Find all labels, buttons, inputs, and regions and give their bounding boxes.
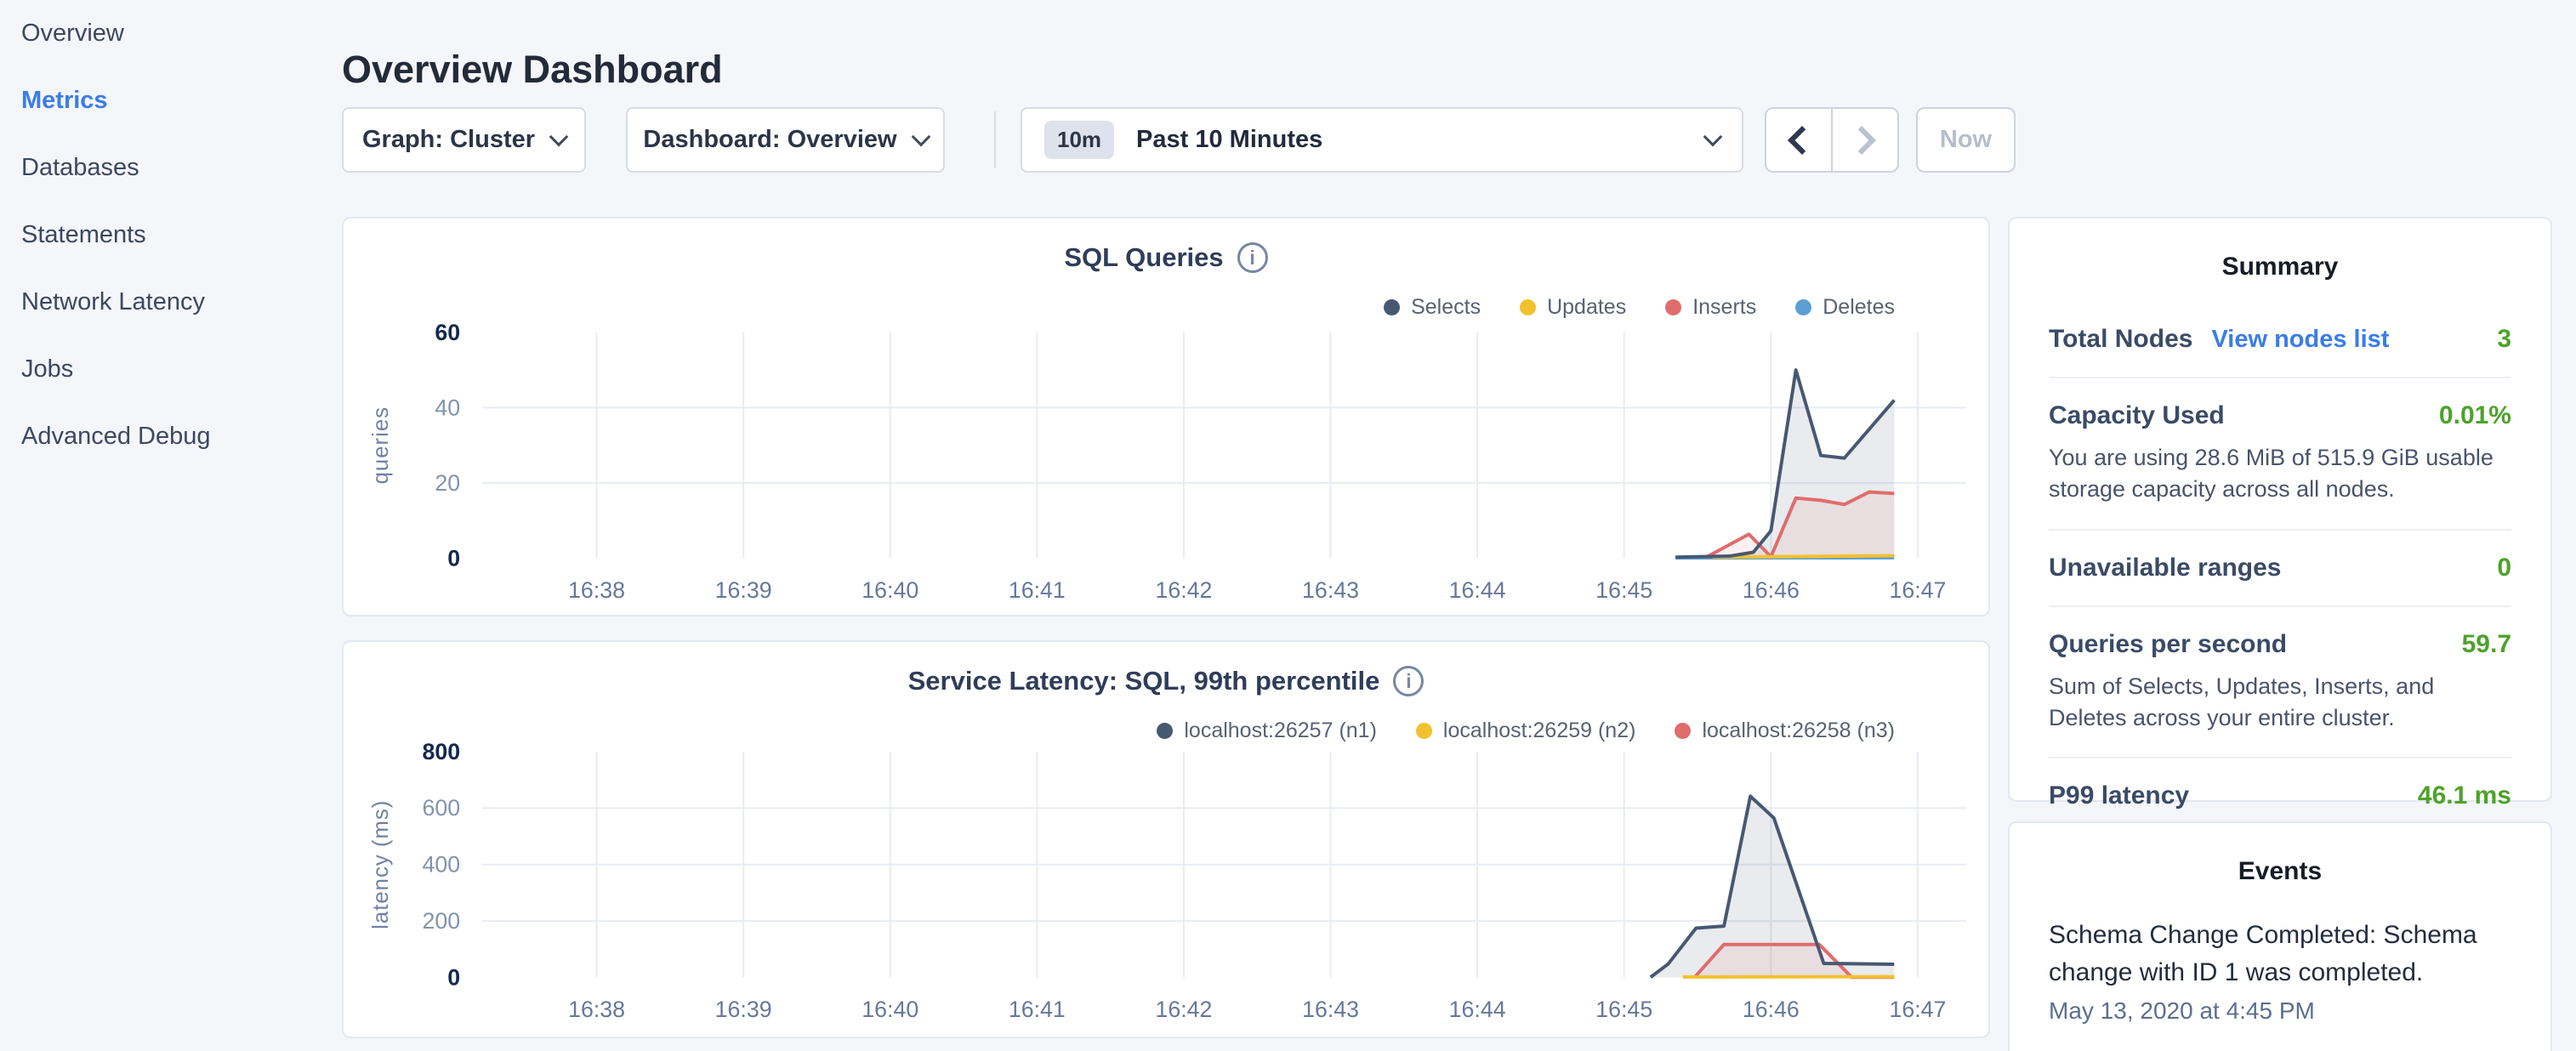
service-latency-chart-card: Service Latency: SQL, 99th percentile lo… <box>342 640 1990 1038</box>
time-next-button[interactable] <box>1831 109 1897 171</box>
toolbar-divider <box>994 111 996 168</box>
sidebar-item-databases[interactable]: Databases <box>0 134 342 202</box>
app-root: OverviewMetricsDatabasesStatementsNetwor… <box>0 0 2576 1051</box>
page-title: Overview Dashboard <box>342 48 723 92</box>
svg-text:20: 20 <box>435 470 460 496</box>
svg-text:16:46: 16:46 <box>1743 577 1800 603</box>
event-text: Schema Change Completed: Schema change w… <box>2049 917 2511 991</box>
svg-text:40: 40 <box>435 395 460 420</box>
chevron-down-icon <box>911 127 930 146</box>
dashboard-dropdown[interactable]: Dashboard: Overview <box>626 107 945 173</box>
svg-text:16:40: 16:40 <box>862 997 918 1022</box>
svg-text:16:39: 16:39 <box>715 997 772 1022</box>
svg-text:16:40: 16:40 <box>862 577 918 603</box>
summary-row-value: 0 <box>2497 554 2511 582</box>
sidebar-item-overview[interactable]: Overview <box>0 0 342 67</box>
events-title: Events <box>2049 823 2511 886</box>
chevron-right-icon <box>1847 126 1876 155</box>
now-button[interactable]: Now <box>1916 107 2016 173</box>
svg-text:16:47: 16:47 <box>1889 997 1946 1022</box>
sidebar-item-jobs[interactable]: Jobs <box>0 336 342 403</box>
summary-row: Queries per second 59.7 Sum of Selects, Up… <box>2049 607 2511 759</box>
svg-text:16:41: 16:41 <box>1009 577 1066 603</box>
time-prev-button[interactable] <box>1766 109 1831 171</box>
svg-text:16:45: 16:45 <box>1595 997 1652 1022</box>
events-list: Schema Change Completed: Schema change w… <box>2049 917 2511 1025</box>
graph-dropdown-label: Graph: Cluster <box>362 126 535 154</box>
svg-text:16:41: 16:41 <box>1009 997 1066 1022</box>
sidebar-item-network-latency[interactable]: Network Latency <box>0 269 342 336</box>
chevron-down-icon <box>1703 127 1723 146</box>
time-range-dropdown[interactable]: 10m Past 10 Minutes <box>1021 107 1743 173</box>
summary-row-value: 0.01% <box>2439 401 2511 430</box>
summary-row: Capacity Used 0.01% You are using 28.6 MiB… <box>2049 378 2511 531</box>
svg-text:800: 800 <box>423 739 461 764</box>
summary-row-label: P99 latency <box>2049 781 2189 810</box>
svg-text:16:43: 16:43 <box>1302 997 1359 1022</box>
now-button-label: Now <box>1940 126 1992 154</box>
sql-queries-plot[interactable]: 0 20 40 60 16:38 16:39 16:40 16:41 16:42 16:43 16:… <box>344 219 1988 615</box>
summary-row-value: 3 <box>2497 325 2511 354</box>
events-panel: Events Schema Change Completed: Schema c… <box>2008 821 2552 1051</box>
event-timestamp: May 13, 2020 at 4:45 PM <box>2049 997 2511 1025</box>
summary-row-label: Unavailable ranges <box>2049 554 2281 582</box>
svg-text:0: 0 <box>447 965 460 991</box>
graph-dropdown[interactable]: Graph: Cluster <box>342 107 586 173</box>
sql-queries-chart-card: SQL Queries SelectsUpdatesInsertsDeletes… <box>342 217 1990 616</box>
time-range-label: Past 10 Minutes <box>1136 126 1322 154</box>
svg-text:400: 400 <box>423 852 461 878</box>
svg-text:16:38: 16:38 <box>568 577 625 603</box>
summary-row-label: Total Nodes <box>2049 325 2192 354</box>
svg-text:600: 600 <box>423 795 461 821</box>
summary-rows: Total Nodes View nodes list 3 Capacity Used… <box>2049 302 2511 833</box>
chevron-left-icon <box>1788 126 1817 155</box>
svg-text:16:47: 16:47 <box>1889 577 1946 603</box>
summary-row-value: 59.7 <box>2462 630 2511 659</box>
svg-text:16:38: 16:38 <box>568 997 625 1022</box>
summary-row-label: Queries per second <box>2049 630 2287 659</box>
sidebar-item-metrics[interactable]: Metrics <box>0 67 342 134</box>
summary-panel: Summary Total Nodes View nodes list 3 Capac… <box>2008 217 2552 802</box>
event-item[interactable]: Schema Change Completed: Schema change w… <box>2049 917 2511 1025</box>
time-pager <box>1765 107 1899 173</box>
svg-text:16:44: 16:44 <box>1449 997 1506 1022</box>
time-range-badge: 10m <box>1044 121 1114 159</box>
svg-text:queries: queries <box>369 406 393 484</box>
svg-text:16:42: 16:42 <box>1155 577 1212 603</box>
chevron-down-icon <box>549 127 569 146</box>
svg-text:16:39: 16:39 <box>715 577 772 603</box>
svg-text:16:46: 16:46 <box>1743 997 1800 1022</box>
view-nodes-list-link[interactable]: View nodes list <box>2211 326 2389 354</box>
dashboard-dropdown-label: Dashboard: Overview <box>643 126 896 154</box>
summary-row-description: You are using 28.6 MiB of 515.9 GiB usab… <box>2049 442 2511 506</box>
summary-title: Summary <box>2049 219 2511 281</box>
summary-row-value: 46.1 ms <box>2418 781 2511 810</box>
sidebar-item-advanced-debug[interactable]: Advanced Debug <box>0 403 342 470</box>
sidebar-item-statements[interactable]: Statements <box>0 202 342 269</box>
summary-row: Total Nodes View nodes list 3 <box>2049 302 2511 378</box>
service-latency-plot[interactable]: 0 200 400 600 800 16:38 16:39 16:40 16:41 16:42 16… <box>344 642 1988 1037</box>
svg-text:60: 60 <box>435 320 460 345</box>
svg-text:16:44: 16:44 <box>1449 577 1506 603</box>
svg-text:0: 0 <box>447 545 460 571</box>
summary-row-label: Capacity Used <box>2049 401 2225 430</box>
svg-text:latency (ms): latency (ms) <box>369 800 393 929</box>
svg-text:16:45: 16:45 <box>1595 577 1652 603</box>
summary-row-description: Sum of Selects, Updates, Inserts, and De… <box>2049 671 2511 735</box>
summary-row: Unavailable ranges 0 <box>2049 531 2511 607</box>
svg-text:16:43: 16:43 <box>1302 577 1359 603</box>
svg-text:16:42: 16:42 <box>1155 997 1212 1022</box>
svg-text:200: 200 <box>423 908 461 934</box>
sidebar: OverviewMetricsDatabasesStatementsNetwor… <box>0 0 342 1051</box>
